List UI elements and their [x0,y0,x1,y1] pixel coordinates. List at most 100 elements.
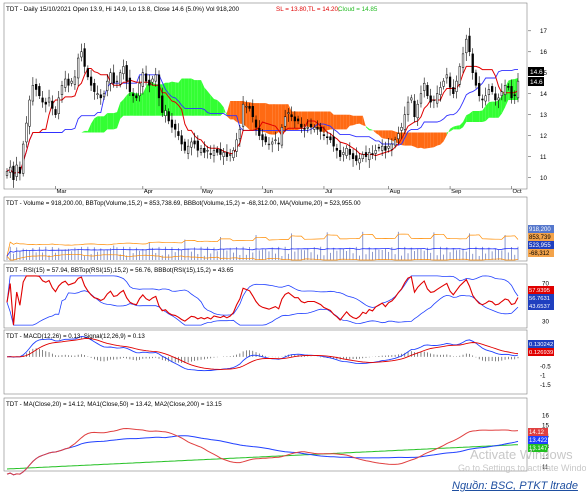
ichimoku-cloud-segment [110,113,114,130]
candle-body [96,93,99,96]
volume-panel: TDT - Volume = 918,200.00, BBTop(Volume,… [3,196,554,262]
candle-body [25,122,28,143]
candle-body [316,127,319,130]
candle-body [484,95,487,102]
candle-body [86,68,89,78]
candle-body [326,136,329,139]
candle-body [348,149,351,155]
candle-body [426,85,429,97]
candle-body [313,127,316,130]
price-tick-label: 14 [540,91,547,98]
candle-body [497,97,500,101]
ichimoku-cloud-segment [336,114,341,130]
candle-body [22,143,25,174]
candle-body [15,164,18,177]
candle-body [12,165,15,180]
candle-body [57,97,60,114]
candle-body [212,150,216,156]
candle-body [513,94,516,97]
ichimoku-cloud-segment [113,112,117,130]
candle-body [258,128,261,136]
candle-body [245,106,248,108]
candle-body [183,141,187,151]
ichimoku-cloud-segment [171,81,176,116]
candle-body [51,100,54,109]
candle-body [264,136,267,143]
candle-body [374,150,377,154]
candle-body [174,123,177,130]
candle-body [164,110,167,116]
ichimoku-cloud-segment [353,115,357,126]
candle-body [329,136,332,141]
rsi-label-bbtop: 56.7631 [529,296,550,302]
month-label: Jul [325,189,332,195]
ichimoku-cloud-segment [340,114,344,130]
volume-label-ma: 523,955 [529,243,551,249]
candle-body [180,135,183,145]
candle-body [73,76,77,85]
candle-body [510,86,513,99]
candle-body [436,93,439,104]
candle-body [277,142,280,145]
ichimoku-cloud-segment [197,80,202,116]
candle-body [465,38,468,54]
candle-body [54,109,57,115]
candle-body [38,86,41,97]
candle-body [93,82,96,92]
candle-body [131,93,135,97]
candle-body [319,127,322,132]
ichimoku-cloud-segment [230,101,234,120]
month-label: Sep [451,189,461,195]
candle-body [416,103,419,119]
ichimoku-cloud-segment [194,80,198,116]
candle-body [384,145,387,151]
ichimoku-cloud-segment [104,113,108,133]
month-label: Jun [264,189,273,195]
candle-body [335,147,339,151]
candle-body [248,106,251,109]
candle-body [232,150,235,158]
candle-body [64,78,67,88]
candle-body [128,77,132,92]
candle-body [122,66,125,75]
candle-body [67,78,70,86]
candle-body [503,85,507,96]
ichimoku-cloud-segment [437,132,441,146]
candle-body [507,86,510,88]
price-tick-label: 13 [540,112,547,119]
ichimoku-cloud-segment [382,130,386,139]
candle-body [455,80,458,92]
ichimoku-cloud-segment [262,103,266,133]
candle-body [186,145,190,154]
candle-body [300,123,303,128]
candle-body [9,166,12,173]
candle-body [284,116,287,127]
price-tick-label: 16 [540,49,547,56]
ichimoku-cloud-segment [359,115,363,126]
candle-body [102,93,106,98]
price-tick-label: 17 [540,28,547,35]
candle-body [112,72,115,84]
candle-body [403,114,406,130]
candle-body [138,82,141,97]
ichimoku-cloud-segment [421,132,425,149]
candle-body [106,80,109,91]
month-label: Mar [57,189,67,195]
candle-body [452,87,455,94]
candle-body [377,146,381,149]
candle-body [161,95,164,113]
candle-body [429,95,432,103]
candle-body [119,72,122,85]
candle-body [400,127,403,131]
macd-label-value: 0.130242 [529,342,553,348]
candle-body [413,100,416,118]
candle-body [355,155,358,162]
candle-body [144,73,148,82]
candle-body [167,111,170,122]
candle-body [419,93,423,104]
candle-body [471,53,474,73]
volume-title: TDT - Volume = 918,200.00, BBTop(Volume,… [6,200,361,207]
candle-body [190,141,193,148]
ichimoku-cloud-segment [120,99,124,119]
ichimoku-cloud-segment [184,78,189,116]
